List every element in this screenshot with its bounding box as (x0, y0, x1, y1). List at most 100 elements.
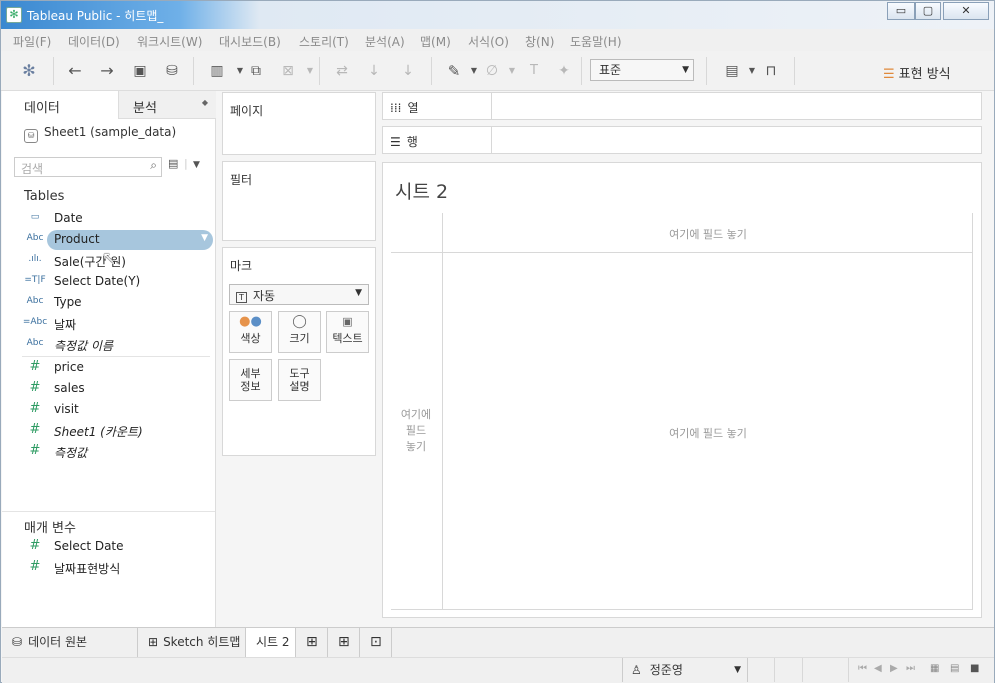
show-mark-labels-icon[interactable]: T (523, 60, 545, 82)
prev-sheet-icon[interactable]: ◀ (874, 663, 882, 674)
user-menu[interactable]: ♙ 정준영 ▼ (622, 658, 748, 682)
text-mark-icon: T (236, 292, 247, 303)
sheet-title[interactable]: 시트 2 (395, 177, 448, 204)
marks-color-button[interactable]: ●● 색상 (229, 311, 272, 353)
field-price[interactable]: # price (20, 358, 212, 378)
number-type-icon: # (29, 559, 41, 574)
search-input[interactable]: 검색 ⌕ (14, 157, 162, 177)
group-dropdown-icon[interactable]: ▼ (501, 60, 523, 82)
menu-dashboard[interactable]: 대시보드(B) (219, 33, 281, 50)
field-type[interactable]: Abc Type (20, 293, 212, 313)
columns-shelf[interactable]: ⁞⁞⁞ 열 (382, 92, 982, 120)
duplicate-sheet-icon[interactable]: ⧉ (245, 60, 267, 82)
rows-icon: ☰ (390, 135, 401, 149)
field-sale-bin[interactable]: .ılı. Sale(구간 원) (20, 251, 212, 271)
clear-sheet-dropdown-icon[interactable]: ▼ (299, 60, 321, 82)
menu-window[interactable]: 창(N) (525, 33, 554, 50)
tab-sheet-2[interactable]: 시트 2 (246, 628, 296, 657)
menu-worksheet[interactable]: 워크시트(W) (137, 33, 202, 50)
window-title: Tableau Public - 히트맵_ (27, 9, 164, 23)
group-members-icon[interactable]: ∅ (481, 60, 503, 82)
tab-data[interactable]: 데이터 (2, 91, 118, 119)
data-source-item[interactable]: ⛁ Sheet1 (sample_data) (24, 125, 176, 143)
field-dropdown-icon[interactable]: ▼ (201, 233, 208, 243)
next-sheet-icon[interactable]: ▶ (890, 663, 898, 674)
redo-icon[interactable]: → (96, 60, 118, 82)
tab-sheet-sketch-heatmap[interactable]: ⊞ Sketch 히트맵 (138, 628, 246, 657)
marks-size-button[interactable]: ◯ 크기 (278, 311, 321, 353)
clear-sheet-icon[interactable]: ⊠ (277, 60, 299, 82)
number-type-icon: # (29, 380, 41, 395)
menu-bar: 파일(F) 데이터(D) 워크시트(W) 대시보드(B) 스토리(T) 분석(A… (1, 29, 994, 51)
filters-card[interactable]: 필터 (222, 161, 376, 241)
color-icon: ●● (239, 314, 262, 329)
mark-type-select[interactable]: T 자동 ▼ (229, 284, 369, 305)
show-me-button[interactable]: ☰ 표현 방식 (883, 63, 951, 82)
last-sheet-icon[interactable]: ⏭ (906, 663, 915, 674)
rows-drop-zone[interactable]: 여기에 필드 놓기 (391, 407, 441, 455)
tabs-view-icon[interactable]: ■ (970, 663, 979, 674)
first-sheet-icon[interactable]: ⏮ (858, 663, 867, 674)
highlight-icon[interactable]: ✎ (443, 60, 465, 82)
menu-analysis[interactable]: 분석(A) (365, 33, 405, 50)
parameters-heading: 매개 변수 (24, 521, 76, 536)
pin-axes-icon[interactable]: ✦ (553, 60, 575, 82)
close-button[interactable]: ✕ (943, 2, 989, 20)
chevron-down-icon: ▼ (734, 665, 741, 675)
filmstrip-icon[interactable]: ▤ (950, 663, 959, 674)
menu-format[interactable]: 서식(O) (468, 33, 509, 50)
field-product[interactable]: Abc Product ▼ (20, 230, 213, 250)
field-sheet1-count[interactable]: # Sheet1 (카운트) (20, 421, 212, 441)
menu-help[interactable]: 도움말(H) (570, 33, 622, 50)
sort-descending-icon[interactable]: ↓ (397, 60, 419, 82)
field-sales[interactable]: # sales (20, 379, 212, 399)
view-list-icon[interactable]: ▤ (168, 157, 178, 170)
new-worksheet-icon[interactable]: ▥ (206, 60, 228, 82)
new-data-source-icon[interactable]: ⛁ (161, 60, 183, 82)
columns-drop-zone[interactable]: 여기에 필드 놓기 (443, 226, 973, 242)
boolean-calc-icon: =T|F (24, 275, 46, 285)
new-worksheet-tab-icon[interactable]: ⊞ (296, 628, 328, 657)
save-icon[interactable]: ▣ (129, 60, 151, 82)
parameter-date-format[interactable]: # 날짜표현방식 (20, 558, 212, 578)
field-select-date-y[interactable]: =T|F Select Date(Y) (20, 272, 212, 292)
rows-shelf[interactable]: ☰ 행 (382, 126, 982, 154)
mouse-cursor-icon: ↖ (102, 248, 116, 267)
title-bar: ✻ Tableau Public - 히트맵_ ▭ ▢ ✕ (1, 1, 994, 29)
undo-icon[interactable]: ← (64, 60, 86, 82)
menu-file[interactable]: 파일(F) (13, 33, 51, 50)
divider (22, 356, 210, 357)
fit-select[interactable]: 표준 ▼ (590, 59, 694, 81)
field-visit[interactable]: # visit (20, 400, 212, 420)
tableau-logo-icon: ✻ (6, 7, 22, 23)
field-date[interactable]: ▭ Date (20, 209, 212, 229)
field-date-korean[interactable]: =Abc 날짜 (20, 314, 212, 334)
sort-ascending-icon[interactable]: ↓ (363, 60, 385, 82)
tableau-home-icon[interactable]: ✻ (18, 60, 40, 82)
pages-card[interactable]: 페이지 (222, 92, 376, 155)
number-type-icon: # (29, 359, 41, 374)
field-measure-names[interactable]: Abc 측정값 이름 (20, 335, 212, 355)
string-type-icon: Abc (26, 296, 44, 306)
device-preview-icon[interactable]: ⊓ (760, 60, 782, 82)
tab-analysis[interactable]: 분석 ◆ (118, 91, 216, 119)
menu-map[interactable]: 맵(M) (420, 33, 451, 50)
menu-data[interactable]: 데이터(D) (68, 33, 120, 50)
presentation-view-icon[interactable]: ▤ (721, 60, 743, 82)
marks-detail-button[interactable]: 세부 정보 (229, 359, 272, 401)
view-area: 시트 2 여기에 필드 놓기 여기에 필드 놓기 여기에 필드 놓기 (382, 162, 982, 618)
sheet-sorter-icon[interactable]: ▦ (930, 663, 939, 674)
tab-data-source[interactable]: ⛁ 데이터 원본 (2, 628, 138, 657)
maximize-button[interactable]: ▢ (915, 2, 941, 20)
pane-menu-dropdown-icon[interactable]: ▼ (193, 160, 200, 170)
field-measure-values[interactable]: # 측정값 (20, 442, 212, 462)
swap-rows-columns-icon[interactable]: ⇄ (331, 60, 353, 82)
menu-story[interactable]: 스토리(T) (299, 33, 349, 50)
new-story-tab-icon[interactable]: ⊡ (360, 628, 392, 657)
parameter-select-date[interactable]: # Select Date (20, 537, 212, 557)
new-dashboard-tab-icon[interactable]: ⊞ (328, 628, 360, 657)
marks-text-button[interactable]: ▣ 텍스트 (326, 311, 369, 353)
minimize-button[interactable]: ▭ (887, 2, 915, 20)
view-drop-zone[interactable]: 여기에 필드 놓기 (443, 425, 973, 441)
marks-tooltip-button[interactable]: 도구 설명 (278, 359, 321, 401)
